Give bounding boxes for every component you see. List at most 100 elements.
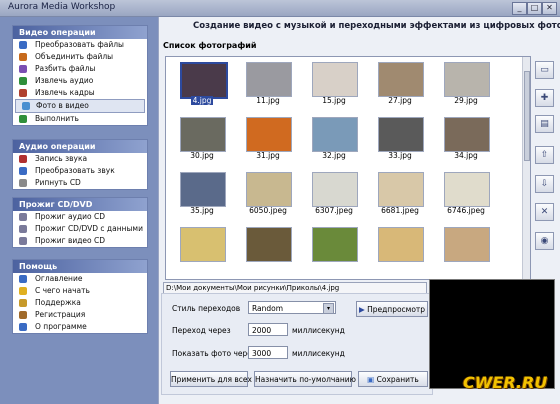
photo-thumbnail[interactable]: 6050.jpeg [240, 169, 296, 225]
sidebar-item[interactable]: Извлечь кадры [13, 87, 147, 99]
close-button[interactable]: ✕ [542, 2, 557, 15]
apply-all-button[interactable]: Применить для всех [170, 371, 252, 387]
photo-thumbnail[interactable] [306, 224, 362, 279]
sidebar-item[interactable]: Прожиг видео CD [13, 235, 147, 247]
photo-thumbnail[interactable]: 11.jpg [240, 59, 296, 115]
sidebar-item[interactable]: Преобразовать звук [13, 165, 147, 177]
sidebar-item[interactable]: Запись звука [13, 153, 147, 165]
photo-grid-scrollbar[interactable] [522, 57, 530, 279]
globe-icon[interactable]: ◉ [535, 232, 554, 250]
photo-thumbnail[interactable] [174, 224, 230, 279]
photo-image [246, 117, 292, 152]
sidebar-item[interactable]: О программе [13, 321, 147, 333]
scrollbar-thumb[interactable] [524, 71, 530, 161]
sidebar-item[interactable]: Преобразовать файлы [13, 39, 147, 51]
photo-thumbnail[interactable]: 6307.jpeg [306, 169, 362, 225]
photo-thumbnail[interactable]: 27.jpg [372, 59, 428, 115]
transition-time-label: Переход через [172, 326, 231, 335]
app-window: Aurora Media Workshop _ □ ✕ Видео операц… [0, 0, 560, 404]
photo-image [312, 227, 358, 262]
photo-thumbnail[interactable]: 6746.jpeg [438, 169, 494, 225]
photo-thumbnail[interactable]: 4.jpg [174, 59, 230, 115]
photo-thumbnail[interactable]: 32.jpg [306, 114, 362, 170]
photo-image [378, 227, 424, 262]
photo-grid[interactable]: 4.jpg 11.jpg 15.jpg 27.jpg 29.jpg 30.jpg 31.jp… [165, 56, 531, 280]
sidebar-item[interactable]: С чего начать [13, 285, 147, 297]
sidebar-item[interactable]: Разбить файлы [13, 63, 147, 75]
cd-icon [19, 225, 27, 233]
photo-thumbnail[interactable] [372, 224, 428, 279]
delete-icon[interactable]: ✕ [535, 203, 554, 221]
up-arrow-icon[interactable]: ⇧ [535, 146, 554, 164]
sidebar: Видео операции Преобразовать файлы Объедин… [0, 17, 158, 404]
watermark-logo: CWER.RU [463, 373, 548, 392]
photo-thumbnail[interactable]: 29.jpg [438, 59, 494, 115]
sidebar-item[interactable]: Регистрация [13, 309, 147, 321]
info-icon [19, 323, 27, 331]
photo-filename: 27.jpg [388, 96, 412, 105]
cd-icon [19, 213, 27, 221]
preview-button[interactable]: ▶ Предпросмотр [356, 301, 428, 317]
transition-time-input[interactable]: 2000 [248, 323, 288, 336]
photo-filename: 34.jpg [454, 151, 478, 160]
window-title: Aurora Media Workshop [8, 2, 116, 12]
new-icon[interactable]: ▭ [535, 61, 554, 79]
down-arrow-icon[interactable]: ⇩ [535, 175, 554, 193]
photo-filename: 6681.jpeg [381, 206, 419, 215]
photo-thumbnail[interactable]: 30.jpg [174, 114, 230, 170]
sidebar-item[interactable]: Объединить файлы [13, 51, 147, 63]
set-default-button[interactable]: Назначить по-умолчанию [254, 371, 356, 387]
sidebar-item[interactable]: Прожиг аудио CD [13, 211, 147, 223]
transition-time-unit: миллисекунд [292, 326, 345, 335]
photo-image [312, 117, 358, 152]
sidebar-group: Прожиг CD/DVD Прожиг аудио CD Прожиг CD/DV… [12, 197, 148, 248]
photo-thumbnail[interactable] [438, 224, 494, 279]
sidebar-item[interactable]: Выполнить [13, 113, 147, 125]
dropdown-arrow-icon[interactable]: ▾ [323, 303, 334, 314]
photo-caption: 6746.jpeg [438, 206, 494, 215]
photo-thumbnail[interactable] [240, 224, 296, 279]
photo-caption: 6681.jpeg [372, 206, 428, 215]
sidebar-item-label: Выполнить [35, 114, 79, 123]
sidebar-item-label: Регистрация [35, 310, 86, 319]
photo-thumbnail[interactable]: 15.jpg [306, 59, 362, 115]
photo-caption: 6307.jpeg [306, 206, 362, 215]
show-time-input[interactable]: 3000 [248, 346, 288, 359]
photo-thumbnail[interactable]: 33.jpg [372, 114, 428, 170]
sidebar-item-label: Прожиг видео CD [35, 236, 106, 245]
sidebar-group-title[interactable]: Аудио операции [13, 140, 147, 153]
sidebar-item[interactable]: Извлечь аудио [13, 75, 147, 87]
add-icon[interactable]: ✚ [535, 89, 554, 107]
save-button[interactable]: ▣ Сохранить [358, 371, 428, 387]
folder-icon[interactable]: ▤ [535, 115, 554, 133]
note-icon [19, 77, 27, 85]
photo-image [246, 227, 292, 262]
maximize-button[interactable]: □ [527, 2, 542, 15]
sidebar-item-label: Рипнуть CD [35, 178, 81, 187]
show-time-label: Показать фото через [172, 349, 256, 358]
sidebar-group: Помощь Оглавление С чего начать Поддержка Ре… [12, 259, 148, 334]
sidebar-item[interactable]: Поддержка [13, 297, 147, 309]
sidebar-group-title[interactable]: Прожиг CD/DVD [13, 198, 147, 211]
sidebar-item[interactable]: Фото в видео [15, 99, 145, 113]
photo-caption: 33.jpg [372, 151, 428, 160]
sidebar-item[interactable]: Оглавление [13, 273, 147, 285]
photo-image [378, 62, 424, 97]
sidebar-group-title[interactable]: Видео операции [13, 26, 147, 39]
photo-thumbnail[interactable]: 6681.jpeg [372, 169, 428, 225]
wave-icon [19, 167, 27, 175]
photo-thumbnail[interactable]: 34.jpg [438, 114, 494, 170]
sidebar-item[interactable]: Прожиг CD/DVD с данными [13, 223, 147, 235]
photo-thumbnail[interactable]: 31.jpg [240, 114, 296, 170]
photo-thumbnail[interactable]: 35.jpg [174, 169, 230, 225]
photo-caption: 31.jpg [240, 151, 296, 160]
transition-style-select[interactable]: Random ▾ [248, 301, 336, 314]
link-icon [19, 53, 27, 61]
preview-button-label: Предпросмотр [367, 305, 426, 314]
sidebar-group-title[interactable]: Помощь [13, 260, 147, 273]
help-icon [19, 275, 27, 283]
minimize-button[interactable]: _ [512, 2, 527, 15]
photo-image [180, 117, 226, 152]
film-icon [19, 41, 27, 49]
sidebar-item[interactable]: Рипнуть CD [13, 177, 147, 189]
